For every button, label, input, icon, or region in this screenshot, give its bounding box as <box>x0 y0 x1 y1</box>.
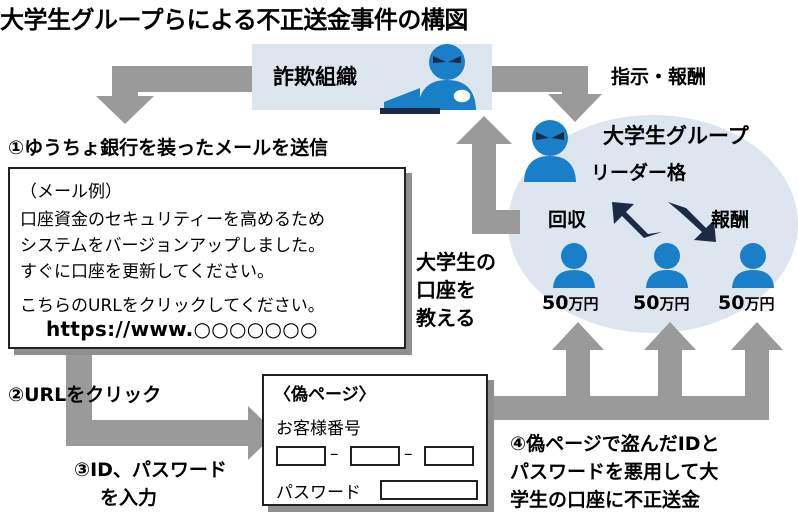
arrow-transfer-head-2 <box>644 322 696 350</box>
collect-label: 回収 <box>548 209 587 231</box>
email-line: すぐに口座を更新してください。 <box>20 262 274 282</box>
step4-label: ④偽ページで盗んだIDと パスワードを悪用して大 学生の口座に不正送金 <box>510 433 720 511</box>
arrow-transfer-head-3 <box>731 322 783 350</box>
arrow-org-right-head <box>548 94 602 122</box>
step3-label: ③ID、パスワード <box>74 459 227 481</box>
fake-page-title: 〈偽ページ〉 <box>274 385 376 405</box>
phishing-url: https://www.○○○○○○○ <box>46 317 318 341</box>
email-example-box: （メール例） 口座資金のセキュリティーを高めるため システムをバージョンアップし… <box>8 167 406 349</box>
arrow-org-left-head <box>96 96 154 124</box>
amount-label: 50万円 <box>633 292 690 314</box>
leader-person-icon <box>524 120 576 182</box>
separator: – <box>404 444 413 464</box>
arrow-transfer-horizontal <box>488 396 768 420</box>
step3-label: を入力 <box>100 487 158 509</box>
step2-label: ②URLをクリック <box>8 384 162 406</box>
email-line: 口座資金のセキュリティーを高めるため <box>20 210 325 230</box>
separator: – <box>330 444 339 464</box>
arrow-teach-head <box>456 116 512 144</box>
email-line: こちらのURLをクリックしてください。 <box>20 296 325 316</box>
diagram-title: 大学生グループらによる不正送金事件の構図 <box>0 6 468 34</box>
fake-page-box: 〈偽ページ〉 お客様番号 – – パスワード <box>262 374 488 506</box>
email-line: （メール例） <box>20 182 122 202</box>
student-group-title: 大学生グループ <box>603 124 749 148</box>
arrow-click-horizontal <box>66 420 252 446</box>
amount-label: 50万円 <box>718 292 775 314</box>
diagonal-arrow-icon <box>612 202 716 242</box>
customer-number-label: お客様番号 <box>276 419 361 439</box>
leader-label: リーダー格 <box>591 162 687 184</box>
arrow-transfer-head-1 <box>552 322 604 350</box>
member-person-icon <box>553 243 595 288</box>
instruction-reward-label: 指示・報酬 <box>611 66 707 88</box>
amount-label: 50万円 <box>542 292 599 314</box>
hacker-figure-icon <box>418 44 476 110</box>
fraud-org-label: 詐欺組織 <box>273 65 357 89</box>
member-person-icon <box>732 243 774 288</box>
diagram: 大学生グループらによる不正送金事件の構図 詐欺組織 指示・報酬 ①ゆうちょ銀行を… <box>0 0 798 514</box>
password-label: パスワード <box>276 483 361 503</box>
customer-number-field-1[interactable] <box>276 446 326 466</box>
customer-number-field-3[interactable] <box>424 446 474 466</box>
teach-accounts-label: 大学生の 口座を 教える <box>416 250 496 330</box>
reward-label: 報酬 <box>711 209 750 231</box>
password-field[interactable] <box>380 480 478 500</box>
member-person-icon <box>646 243 688 288</box>
customer-number-field-2[interactable] <box>350 446 400 466</box>
step1-label: ①ゆうちょ銀行を装ったメールを送信 <box>8 137 329 159</box>
email-line: システムをバージョンアップしました。 <box>20 236 326 256</box>
